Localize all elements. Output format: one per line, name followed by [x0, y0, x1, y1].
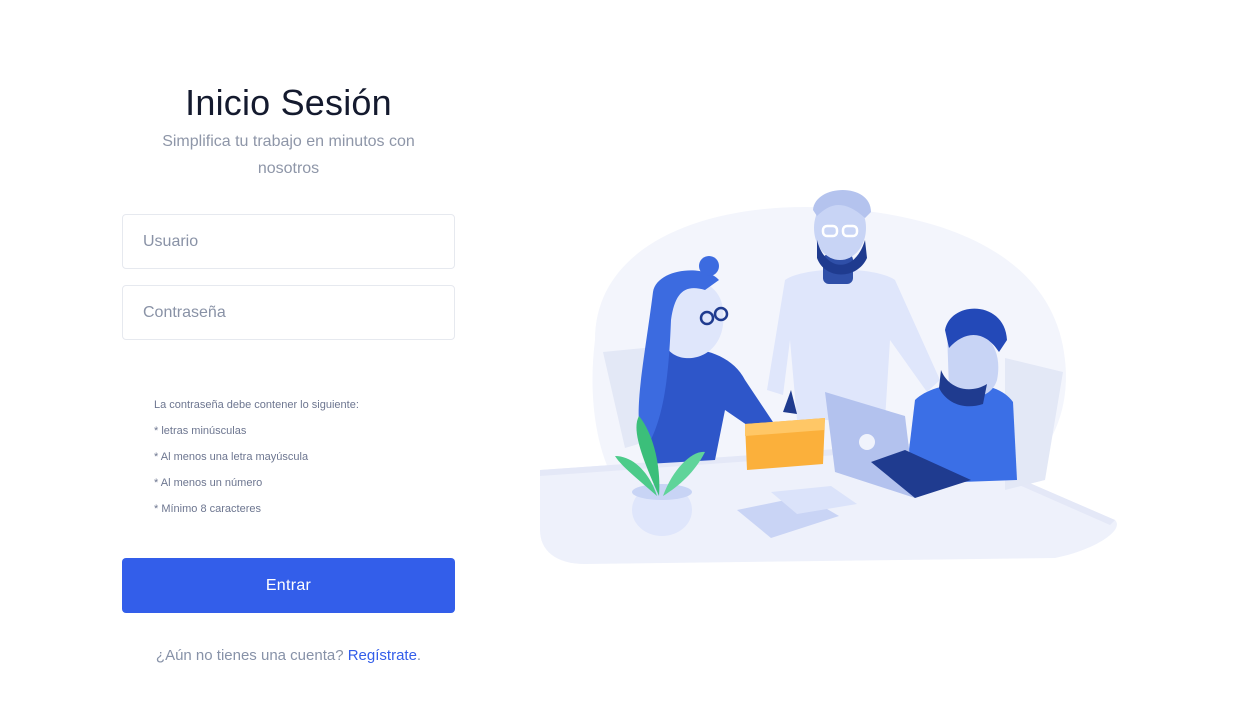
username-input[interactable] [122, 214, 455, 269]
password-requirements-intro: La contraseña debe contener lo siguiente… [154, 399, 359, 411]
password-rule-item: * Al menos una letra mayúscula [154, 451, 309, 463]
signup-prompt: ¿Aún no tienes una cuenta? Regístrate. [122, 647, 455, 664]
password-requirements: La contraseña debe contener lo siguiente… [154, 396, 444, 526]
signup-suffix: . [416, 647, 422, 664]
login-submit-button[interactable]: Entrar [122, 558, 455, 613]
signup-link[interactable]: Regístrate [348, 647, 417, 664]
password-rule-item: * Mínimo 8 caracteres [154, 503, 261, 515]
page-subtitle: Simplifica tu trabajo en minutos con nos… [162, 133, 415, 177]
signup-prompt-text: ¿Aún no tienes una cuenta? [155, 647, 344, 664]
team-meeting-illustration [540, 190, 1117, 564]
password-rule-item: * letras minúsculas [154, 425, 247, 437]
page-title: Inicio Sesión [185, 82, 392, 123]
login-page: Inicio Sesión Simplifica tu trabajo en m… [0, 0, 1257, 704]
password-input[interactable] [122, 285, 455, 340]
password-rule-item: * Al menos un número [154, 477, 263, 489]
